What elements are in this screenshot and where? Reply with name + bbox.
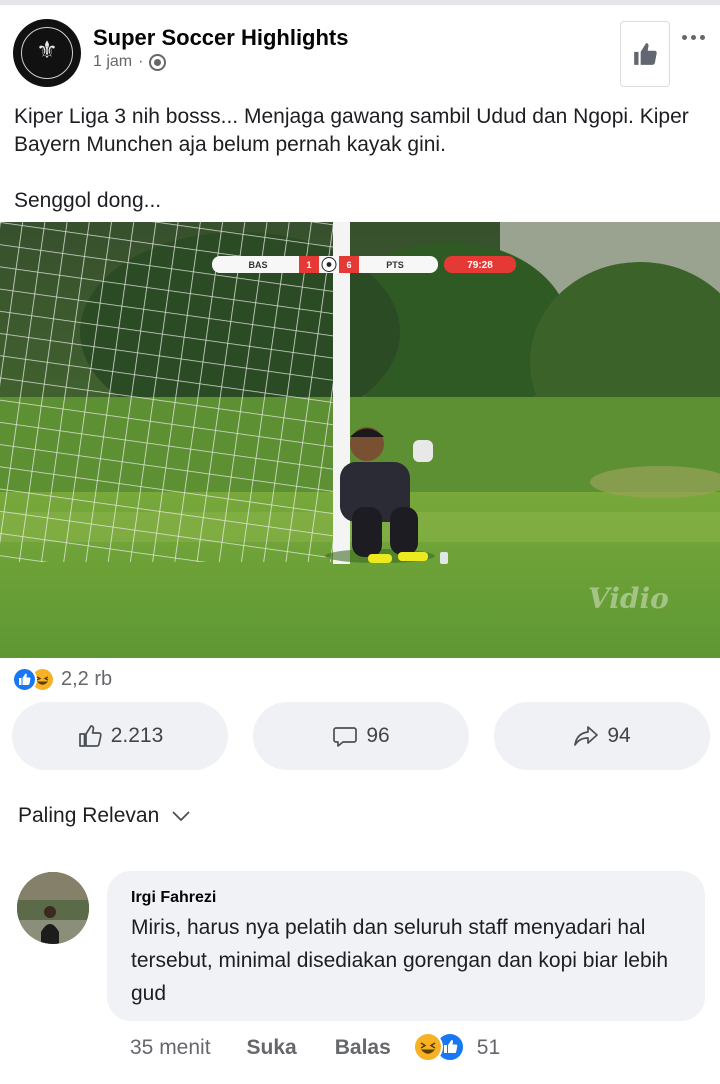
like-page-button[interactable] (620, 21, 670, 87)
scoreboard: BAS 1 6 PTS 79:28 (212, 256, 516, 273)
comment-text: Miris, harus nya pelatih dan seluruh sta… (131, 916, 668, 1005)
scoreboard-away-score: 6 (346, 260, 351, 270)
post-video[interactable]: BAS 1 6 PTS 79:28 Vidio (0, 222, 720, 658)
comment-sort-dropdown[interactable]: Paling Relevan (18, 804, 191, 828)
thumbs-up-icon (634, 43, 657, 65)
post-header: ⚜ Super Soccer Highlights 1 jam · (0, 5, 720, 95)
haha-reaction-icon (412, 1032, 443, 1062)
comment-button[interactable]: 96 (253, 702, 469, 770)
comment-bubble: Irgi Fahrezi Miris, harus nya pelatih da… (107, 871, 705, 1021)
vidio-watermark: Vidio (588, 582, 669, 615)
scoreboard-home-team: BAS (248, 260, 267, 270)
fleur-de-lis-logo-icon: ⚜ (36, 36, 58, 64)
reaction-summary[interactable]: 2,2 rb (12, 664, 112, 694)
thumbs-up-outline-icon (78, 725, 102, 747)
comment-author[interactable]: Irgi Fahrezi (131, 889, 216, 907)
action-bar: 2.213 96 94 (12, 702, 710, 770)
more-options-icon[interactable] (676, 25, 710, 49)
post-meta: 1 jam · (93, 53, 167, 71)
scoreboard-away-team: PTS (386, 260, 404, 270)
chevron-down-icon (172, 811, 190, 822)
like-count: 2.213 (110, 724, 164, 747)
post-text-secondary: Senggol dong... (14, 189, 162, 212)
comment-reaction-count[interactable]: 51 (477, 1036, 500, 1060)
page-name[interactable]: Super Soccer Highlights (93, 25, 349, 51)
video-frame: BAS 1 6 PTS 79:28 Vidio (0, 222, 720, 658)
post-text: Kiper Liga 3 nih bosss... Menjaga gawang… (14, 105, 689, 156)
scoreboard-home-score: 1 (306, 260, 311, 270)
comment-time[interactable]: 35 menit (130, 1036, 211, 1060)
share-arrow-icon (574, 726, 599, 746)
like-button[interactable]: 2.213 (12, 702, 228, 770)
globe-icon (149, 53, 167, 71)
reaction-count[interactable]: 2,2 rb (61, 668, 112, 691)
sort-label: Paling Relevan (18, 804, 160, 827)
comment-bubble-icon (333, 727, 358, 747)
meta-separator: · (138, 53, 144, 70)
post-time[interactable]: 1 jam (93, 53, 132, 71)
comment-count: 96 (366, 724, 390, 747)
comment-like-button[interactable]: Suka (247, 1036, 297, 1060)
scoreboard-clock: 79:28 (467, 260, 493, 271)
comment-reactions[interactable] (412, 1032, 467, 1064)
page-avatar[interactable]: ⚜ (13, 19, 81, 87)
comment-meta: 35 menit Suka Balas 51 (130, 1031, 500, 1065)
share-button[interactable]: 94 (494, 702, 710, 770)
share-count: 94 (607, 724, 631, 747)
commenter-photo (17, 872, 89, 944)
like-reaction-icon (12, 666, 37, 692)
commenter-avatar[interactable] (17, 872, 89, 944)
comment-reply-button[interactable]: Balas (335, 1036, 391, 1060)
